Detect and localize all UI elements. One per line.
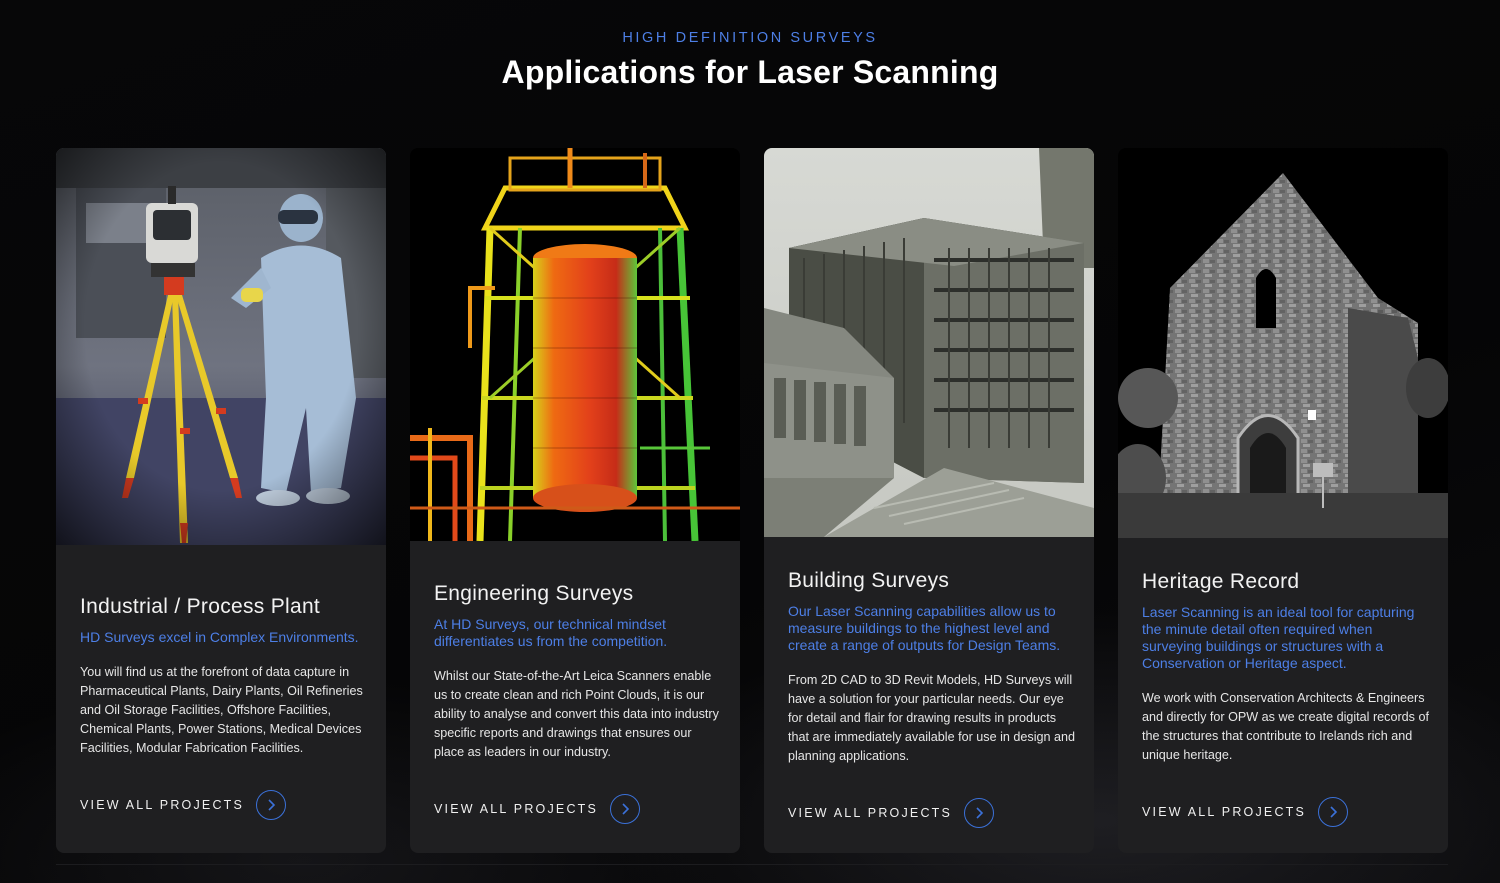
card-description: You will find us at the forefront of dat… (80, 665, 363, 755)
church-point-cloud-image (1118, 148, 1448, 538)
card-image (56, 148, 386, 545)
view-all-projects-label: VIEW ALL PROJECTS (788, 806, 953, 820)
point-cloud-tank-image (410, 148, 740, 541)
card-description: From 2D CAD to 3D Revit Models, HD Surve… (788, 673, 1076, 763)
chevron-right-icon[interactable] (1318, 797, 1348, 827)
card-lead: Laser Scanning is an ideal tool for capt… (1142, 604, 1415, 671)
building-model-image (764, 148, 1094, 537)
view-all-projects-label: VIEW ALL PROJECTS (1142, 805, 1307, 819)
view-all-projects-link[interactable]: VIEW ALL PROJECTS (1142, 797, 1348, 827)
card-title: Engineering Surveys (434, 582, 634, 605)
view-all-projects-label: VIEW ALL PROJECTS (434, 802, 599, 816)
chevron-right-icon[interactable] (964, 798, 994, 828)
section-eyebrow: HIGH DEFINITION SURVEYS (622, 30, 878, 46)
cleanroom-photo (56, 148, 386, 545)
card-industrial: Industrial / Process Plant HD Surveys ex… (56, 148, 386, 853)
page: HIGH DEFINITION SURVEYS Applications for… (0, 0, 1500, 883)
section-title: Applications for Laser Scanning (501, 54, 999, 90)
card-lead: HD Surveys excel in Complex Environments… (80, 629, 359, 645)
chevron-right-icon[interactable] (610, 794, 640, 824)
card-title: Industrial / Process Plant (80, 595, 321, 618)
section-divider (56, 864, 1448, 865)
card-description: We work with Conservation Architects & E… (1142, 691, 1429, 762)
card-description: Whilst our State-of-the-Art Leica Scanne… (434, 669, 719, 759)
card-image (764, 148, 1094, 537)
card-lead: Our Laser Scanning capabilities allow us… (788, 603, 1061, 653)
card-heritage: Heritage Record Laser Scanning is an ide… (1118, 148, 1448, 853)
chevron-right-icon[interactable] (256, 790, 286, 820)
card-image (410, 148, 740, 541)
card-engineering: Engineering Surveys At HD Surveys, our t… (410, 148, 740, 853)
view-all-projects-link[interactable]: VIEW ALL PROJECTS (434, 794, 640, 824)
view-all-projects-link[interactable]: VIEW ALL PROJECTS (80, 790, 286, 820)
card-lead: At HD Surveys, our technical mindset dif… (434, 616, 668, 649)
card-building: Building Surveys Our Laser Scanning capa… (764, 148, 1094, 853)
view-all-projects-label: VIEW ALL PROJECTS (80, 798, 245, 812)
card-title: Building Surveys (788, 569, 950, 592)
view-all-projects-link[interactable]: VIEW ALL PROJECTS (788, 798, 994, 828)
card-title: Heritage Record (1142, 570, 1300, 593)
card-image (1118, 148, 1448, 538)
